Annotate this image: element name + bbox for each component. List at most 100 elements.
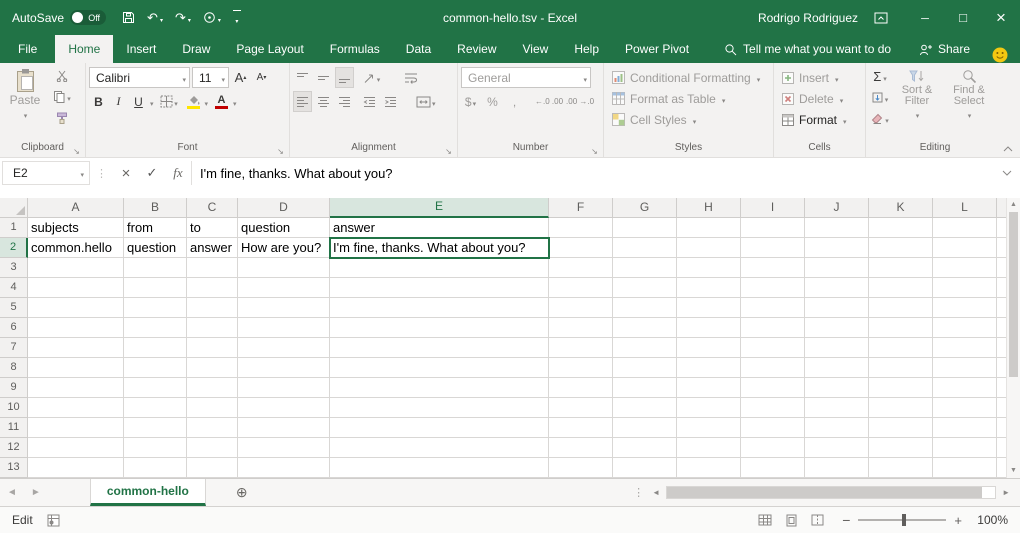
cell-E2[interactable]: I'm fine, thanks. What about you? — [330, 238, 549, 258]
align-right-button[interactable] — [335, 91, 354, 112]
row-header-6[interactable]: 6 — [0, 318, 28, 338]
cell-I10[interactable] — [741, 398, 805, 418]
cell-F8[interactable] — [549, 358, 613, 378]
cell-H11[interactable] — [677, 418, 741, 438]
cell-D7[interactable] — [238, 338, 330, 358]
cell-H5[interactable] — [677, 298, 741, 318]
column-header-H[interactable]: H — [677, 198, 741, 218]
cell-M1[interactable] — [997, 218, 1006, 238]
cell-B8[interactable] — [124, 358, 187, 378]
format-cells-button[interactable]: Format — [777, 109, 862, 130]
clear-button[interactable] — [869, 108, 891, 129]
column-header-B[interactable]: B — [124, 198, 187, 218]
row-header-3[interactable]: 3 — [0, 258, 28, 278]
cell-J5[interactable] — [805, 298, 869, 318]
cell-I11[interactable] — [741, 418, 805, 438]
cell-E12[interactable] — [330, 438, 549, 458]
cell-G10[interactable] — [613, 398, 677, 418]
cell-G12[interactable] — [613, 438, 677, 458]
enter-button[interactable] — [139, 165, 165, 181]
borders-button[interactable] — [160, 91, 179, 112]
cell-L8[interactable] — [933, 358, 997, 378]
horizontal-scrollbar[interactable] — [648, 479, 1020, 506]
cell-A13[interactable] — [28, 458, 124, 478]
zoom-out-button[interactable]: − — [842, 512, 850, 528]
cell-H3[interactable] — [677, 258, 741, 278]
cell-E1[interactable]: answer — [330, 218, 549, 238]
cell-J6[interactable] — [805, 318, 869, 338]
cell-I8[interactable] — [741, 358, 805, 378]
close-button[interactable] — [982, 0, 1020, 35]
align-center-button[interactable] — [314, 91, 333, 112]
cell-M3[interactable] — [997, 258, 1006, 278]
column-header-G[interactable]: G — [613, 198, 677, 218]
column-header-F[interactable]: F — [549, 198, 613, 218]
zoom-slider-handle[interactable] — [902, 514, 906, 526]
tab-draw[interactable]: Draw — [169, 35, 223, 63]
new-sheet-button[interactable] — [236, 479, 248, 506]
font-color-button[interactable]: A — [212, 91, 231, 112]
column-header-I[interactable]: I — [741, 198, 805, 218]
font-name-combo[interactable]: Calibri — [89, 67, 190, 88]
cell-H8[interactable] — [677, 358, 741, 378]
cell-K4[interactable] — [869, 278, 933, 298]
row-header-10[interactable]: 10 — [0, 398, 28, 418]
cell-B2[interactable]: question — [124, 238, 187, 258]
scroll-right-button[interactable] — [998, 488, 1014, 497]
increase-indent-button[interactable] — [381, 91, 400, 112]
cell-M2[interactable] — [997, 238, 1006, 258]
tab-insert[interactable]: Insert — [113, 35, 169, 63]
cell-J7[interactable] — [805, 338, 869, 358]
cell-M6[interactable] — [997, 318, 1006, 338]
conditional-formatting-button[interactable]: Conditional Formatting — [607, 67, 770, 88]
cell-I7[interactable] — [741, 338, 805, 358]
cell-K6[interactable] — [869, 318, 933, 338]
accounting-format-button[interactable]: $ — [461, 91, 480, 112]
cell-A4[interactable] — [28, 278, 124, 298]
percent-style-button[interactable]: % — [483, 91, 502, 112]
cell-F9[interactable] — [549, 378, 613, 398]
minimize-button[interactable] — [906, 0, 944, 35]
cell-M9[interactable] — [997, 378, 1006, 398]
cell-H12[interactable] — [677, 438, 741, 458]
expand-formula-bar-button[interactable] — [996, 161, 1018, 185]
number-format-combo[interactable]: General — [461, 67, 591, 88]
cell-M4[interactable] — [997, 278, 1006, 298]
cell-K1[interactable] — [869, 218, 933, 238]
row-header-5[interactable]: 5 — [0, 298, 28, 318]
cell-I3[interactable] — [741, 258, 805, 278]
cell-G8[interactable] — [613, 358, 677, 378]
cell-M8[interactable] — [997, 358, 1006, 378]
cell-G9[interactable] — [613, 378, 677, 398]
cell-F1[interactable] — [549, 218, 613, 238]
cell-A1[interactable]: subjects — [28, 218, 124, 238]
cell-I9[interactable] — [741, 378, 805, 398]
cell-L13[interactable] — [933, 458, 997, 478]
increase-decimal-button[interactable]: ←.0 .00 — [535, 91, 563, 112]
cell-I5[interactable] — [741, 298, 805, 318]
cell-J3[interactable] — [805, 258, 869, 278]
clipboard-dialog-launcher[interactable] — [71, 144, 82, 155]
cell-H4[interactable] — [677, 278, 741, 298]
cell-K10[interactable] — [869, 398, 933, 418]
cell-I6[interactable] — [741, 318, 805, 338]
paste-button[interactable]: Paste — [3, 65, 47, 140]
sheet-bar-resize-handle[interactable] — [629, 479, 648, 506]
decrease-font-size-button[interactable] — [252, 67, 271, 88]
copy-button[interactable] — [51, 86, 73, 107]
row-header-8[interactable]: 8 — [0, 358, 28, 378]
cell-J8[interactable] — [805, 358, 869, 378]
cell-D2[interactable]: How are you? — [238, 238, 330, 258]
cell-C10[interactable] — [187, 398, 238, 418]
cell-F6[interactable] — [549, 318, 613, 338]
cell-styles-button[interactable]: Cell Styles — [607, 109, 770, 130]
wrap-text-button[interactable] — [401, 67, 420, 88]
cell-F10[interactable] — [549, 398, 613, 418]
cell-E3[interactable] — [330, 258, 549, 278]
cell-I13[interactable] — [741, 458, 805, 478]
cell-E9[interactable] — [330, 378, 549, 398]
tab-power-pivot[interactable]: Power Pivot — [612, 35, 702, 63]
cell-C11[interactable] — [187, 418, 238, 438]
tab-formulas[interactable]: Formulas — [317, 35, 393, 63]
cell-L12[interactable] — [933, 438, 997, 458]
